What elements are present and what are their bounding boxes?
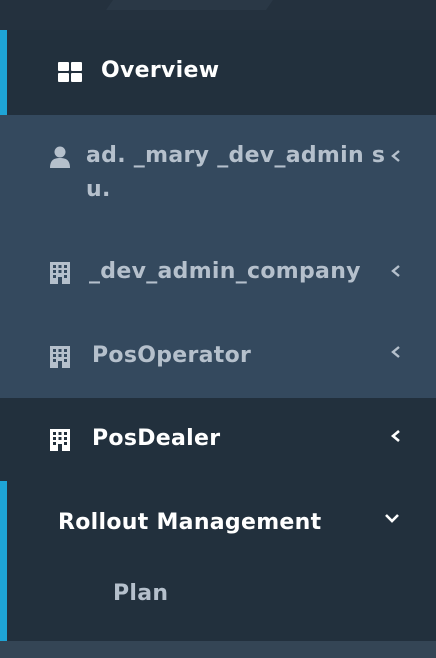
top-strip-shade <box>105 0 295 10</box>
sidebar-bottom-strip <box>0 641 436 658</box>
sidebar-item-label: _dev_admin_company <box>89 259 361 284</box>
chevron-left-icon <box>390 345 404 359</box>
building-icon <box>50 262 70 288</box>
sidebar-item-label: PosOperator <box>92 343 252 368</box>
sidebar-top-strip <box>0 0 436 30</box>
chevron-left-icon <box>390 264 404 278</box>
sidebar-item-rollout-management[interactable]: Rollout Management <box>0 481 436 564</box>
sidebar-item-pos-operator[interactable]: PosOperator <box>0 314 436 398</box>
sidebar-item-company[interactable]: _dev_admin_company <box>0 228 436 314</box>
sidebar-item-pos-dealer[interactable]: PosDealer <box>0 398 436 481</box>
sidebar-subitem-plan[interactable]: Plan <box>0 564 436 641</box>
sidebar-item-user[interactable]: ad. _mary _dev_admin s u. <box>0 115 436 228</box>
sidebar-item-label: Rollout Management <box>58 510 322 535</box>
sidebar-item-label: Overview <box>101 58 220 83</box>
sidebar-item-label-line2: u. <box>86 177 111 202</box>
sidebar-item-label: PosDealer <box>92 426 221 451</box>
active-indicator <box>0 30 7 115</box>
chevron-left-icon <box>390 149 404 163</box>
sidebar-item-label-line1: ad. _mary _dev_admin s <box>86 143 386 168</box>
building-icon <box>50 429 70 455</box>
dashboard-grid-icon <box>58 62 82 86</box>
chevron-left-icon <box>390 429 404 443</box>
active-indicator <box>0 481 7 641</box>
building-icon <box>50 346 70 372</box>
chevron-down-icon <box>384 512 400 526</box>
sidebar-item-overview[interactable]: Overview <box>0 30 436 115</box>
user-icon <box>50 146 70 172</box>
sidebar-item-label: Plan <box>113 581 169 606</box>
